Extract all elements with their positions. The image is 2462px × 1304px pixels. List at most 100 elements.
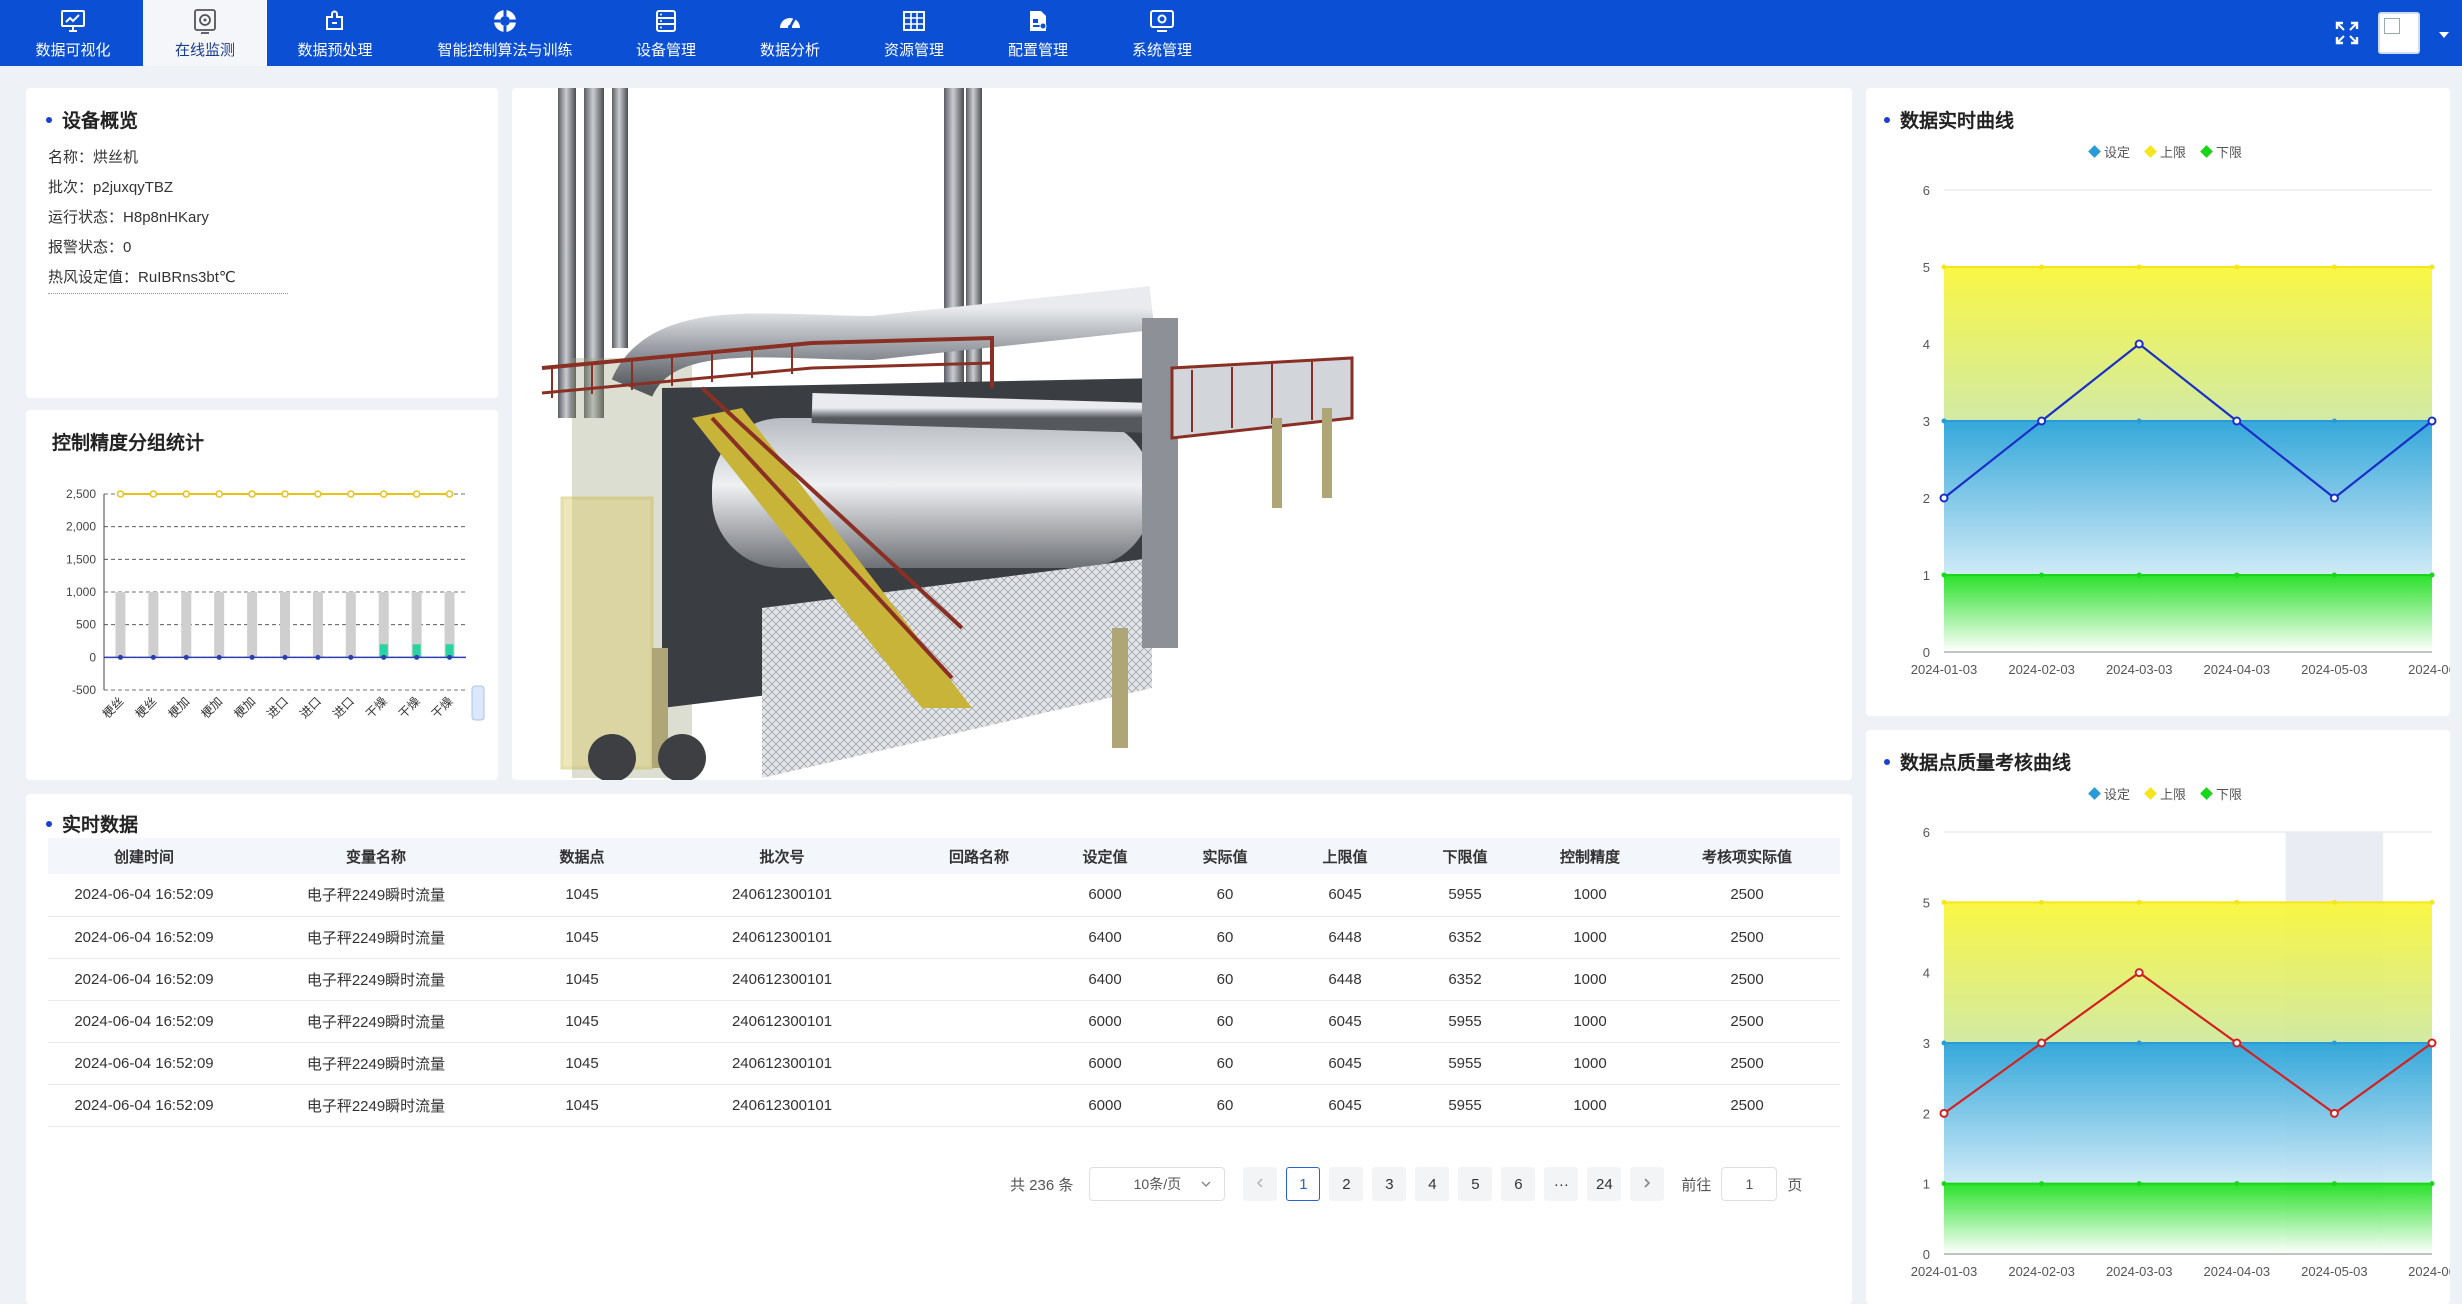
upper-point[interactable]: [248, 490, 256, 498]
table-row[interactable]: 2024-06-04 16:52:09 电子秤2249瞬时流量 1045 240612…: [48, 1000, 1840, 1043]
quality-curve-legend: 设定 上限 下限: [2088, 784, 2242, 803]
goto-page-input[interactable]: [1721, 1167, 1778, 1201]
page-number-button[interactable]: 1: [1286, 1167, 1321, 1201]
bar[interactable]: [280, 592, 290, 658]
nav-label: 在线监测: [174, 41, 235, 59]
bar[interactable]: [181, 592, 192, 658]
upper-point[interactable]: [347, 490, 355, 498]
data-point[interactable]: [1939, 1108, 1949, 1118]
table-cell: 电子秤2249瞬时流量: [240, 874, 512, 917]
nav-item-data-visualization[interactable]: 数据可视化: [6, 0, 140, 66]
page-number-button[interactable]: 3: [1372, 1167, 1407, 1201]
nav-item-intelligent-control[interactable]: 智能控制算法与训练: [420, 0, 590, 66]
table-cell: 2024-06-04 16:52:09: [48, 1042, 240, 1085]
setpoint-line-point: [2331, 418, 2337, 424]
column-header[interactable]: 上限值: [1286, 838, 1404, 874]
data-point[interactable]: [2037, 416, 2047, 426]
top-navigation: 数据可视化 在线监测 数据预处理 智能控制算法与训练 设备管理 数据分析 资源管…: [0, 0, 2462, 66]
bar[interactable]: [115, 592, 126, 658]
upper-limit-line-point: [1941, 264, 1947, 270]
table-row[interactable]: 2024-06-04 16:52:09 电子秤2249瞬时流量 1045 240612…: [48, 874, 1840, 917]
data-point[interactable]: [1939, 493, 1949, 503]
lower-limit-line-point: [1941, 572, 1947, 578]
table-row[interactable]: 2024-06-04 16:52:09 电子秤2249瞬时流量 1045 240612…: [48, 958, 1840, 1001]
nav-item-device-management[interactable]: 设备管理: [606, 0, 726, 66]
legend-item-upper[interactable]: 上限: [2144, 142, 2186, 161]
column-header[interactable]: 下限值: [1404, 838, 1526, 874]
avatar-icon[interactable]: [2378, 12, 2420, 54]
upper-limit-line-point: [2234, 264, 2240, 270]
dryer-3d-scene[interactable]: [512, 88, 1852, 780]
legend-item-lower[interactable]: 下限: [2200, 142, 2242, 161]
table-row[interactable]: 2024-06-04 16:52:09 电子秤2249瞬时流量 1045 240612…: [48, 1084, 1840, 1127]
page-number-button[interactable]: 6: [1501, 1167, 1536, 1201]
column-header[interactable]: 数据点: [512, 838, 652, 874]
legend-item-lower[interactable]: 下限: [2200, 784, 2242, 803]
caret-down-icon[interactable]: [2438, 27, 2450, 39]
data-point[interactable]: [2134, 339, 2144, 349]
bar[interactable]: [345, 592, 356, 658]
upper-point[interactable]: [281, 490, 289, 498]
nav-item-data-analysis[interactable]: 数据分析: [730, 0, 850, 66]
data-point[interactable]: [2232, 1038, 2242, 1048]
table-cell: 6000: [1046, 1084, 1164, 1127]
column-header[interactable]: 考核项实际值: [1654, 838, 1840, 874]
upper-point[interactable]: [412, 490, 421, 498]
bar[interactable]: [148, 592, 159, 658]
nav-item-online-monitoring[interactable]: 在线监测: [143, 0, 267, 66]
data-point[interactable]: [2134, 968, 2144, 978]
prev-page-button[interactable]: [1243, 1167, 1278, 1201]
column-header[interactable]: 实际值: [1164, 838, 1286, 874]
upper-point[interactable]: [149, 490, 158, 498]
table-cell: 6352: [1404, 916, 1526, 959]
upper-point[interactable]: [445, 490, 454, 498]
nav-item-resource-management[interactable]: 资源管理: [854, 0, 974, 66]
upper-point[interactable]: [314, 490, 322, 498]
x-tick-label: 2024-06: [2408, 662, 2450, 677]
column-header[interactable]: 创建时间: [48, 838, 240, 874]
data-point[interactable]: [2427, 1038, 2437, 1048]
page-number-button[interactable]: 24: [1587, 1167, 1622, 1201]
data-point[interactable]: [2329, 493, 2339, 503]
upper-point[interactable]: [379, 490, 388, 498]
upper-point[interactable]: [182, 490, 191, 498]
more-pages-button[interactable]: ···: [1544, 1167, 1579, 1201]
data-point[interactable]: [2232, 416, 2242, 426]
upper-point[interactable]: [215, 490, 223, 498]
page-size-select[interactable]: 10条/页: [1089, 1167, 1226, 1201]
table-cell: 5955: [1404, 1000, 1526, 1043]
fullscreen-icon[interactable]: [2334, 20, 2360, 46]
nav-label: 配置管理: [1007, 41, 1068, 59]
data-point[interactable]: [2427, 416, 2437, 426]
config-doc-icon: [1023, 7, 1053, 35]
nav-item-data-preprocessing[interactable]: 数据预处理: [270, 0, 400, 66]
page-number-button[interactable]: 2: [1329, 1167, 1364, 1201]
legend-item-setpoint[interactable]: 设定: [2088, 784, 2130, 803]
column-header[interactable]: 回路名称: [912, 838, 1046, 874]
y-tick-label: 2: [1923, 491, 1930, 506]
data-point[interactable]: [2037, 1038, 2047, 1048]
nav-item-system-management[interactable]: 系统管理: [1102, 0, 1222, 66]
upper-point[interactable]: [116, 490, 125, 498]
zoom-slider-handle[interactable]: [471, 685, 485, 721]
lower-limit-line-point: [2039, 1181, 2045, 1187]
column-header[interactable]: 控制精度: [1526, 838, 1654, 874]
legend-item-setpoint[interactable]: 设定: [2088, 142, 2130, 161]
bar[interactable]: [247, 592, 258, 658]
next-page-button[interactable]: [1630, 1167, 1665, 1201]
column-header[interactable]: 变量名称: [240, 838, 512, 874]
data-point[interactable]: [2329, 1108, 2339, 1118]
column-header[interactable]: 设定值: [1046, 838, 1164, 874]
table-cell: 2500: [1654, 958, 1840, 1001]
nav-item-config-management[interactable]: 配置管理: [978, 0, 1098, 66]
lower-limit-line-point: [2331, 572, 2337, 578]
bar[interactable]: [214, 592, 225, 658]
bar[interactable]: [312, 592, 323, 658]
legend-item-upper[interactable]: 上限: [2144, 784, 2186, 803]
table-row[interactable]: 2024-06-04 16:52:09 电子秤2249瞬时流量 1045 240612…: [48, 1042, 1840, 1085]
page-number-button[interactable]: 4: [1415, 1167, 1450, 1201]
page-number-button[interactable]: 5: [1458, 1167, 1493, 1201]
column-header[interactable]: 批次号: [652, 838, 912, 874]
table-row[interactable]: 2024-06-04 16:52:09 电子秤2249瞬时流量 1045 240612…: [48, 916, 1840, 959]
server-icon: [651, 7, 681, 35]
